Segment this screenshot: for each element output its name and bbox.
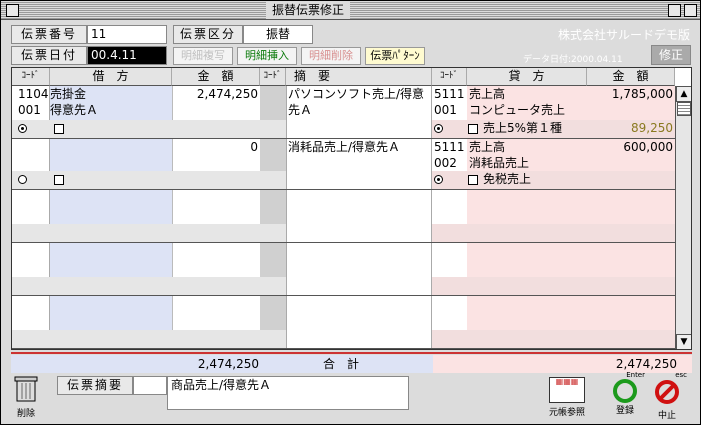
debit-amount-cell[interactable]: 2,474,250 — [174, 86, 260, 103]
trash-icon — [14, 376, 38, 402]
debit-code-header: ｺｰﾄﾞ — [12, 68, 50, 86]
cancel-button[interactable]: esc 中止 — [647, 371, 687, 421]
credit-tax-type-cell[interactable]: 売上5%第１種 — [483, 120, 562, 137]
summary-cell-line1[interactable]: パソコンソフト売上/得意 — [288, 86, 424, 103]
slip-no-field[interactable]: 11 — [87, 25, 167, 44]
debit-amount-header: 金 額 — [172, 68, 260, 86]
trash-label: 削除 — [16, 409, 35, 419]
credit-tax-radio[interactable] — [434, 124, 443, 133]
credit-tax-type-cell[interactable]: 免税売上 — [483, 171, 531, 188]
debit-header: 借 方 — [50, 68, 172, 86]
slip-pattern-button[interactable]: 伝票ﾊﾟﾀｰﾝ — [365, 47, 425, 65]
cancel-label: 中止 — [657, 411, 676, 421]
credit-amount-cell[interactable]: 1,785,000 — [589, 86, 675, 103]
debit-tax-radio[interactable] — [18, 175, 27, 184]
memo-code-field[interactable] — [133, 376, 167, 395]
debit-amount-cell[interactable]: 0 — [174, 139, 260, 156]
summary-cell-line1[interactable]: 消耗品売上/得意先Ａ — [288, 139, 400, 156]
credit-sub-account-cell[interactable]: 消耗品売上 — [469, 155, 529, 172]
copy-line-button[interactable]: 明細複写 — [173, 47, 233, 65]
credit-code-cell[interactable]: 5111 — [434, 86, 465, 103]
date-label: 伝票日付 — [11, 46, 87, 65]
zoom-box-icon[interactable] — [668, 4, 681, 17]
scroll-thumb[interactable] — [677, 102, 691, 116]
debit-tax-radio[interactable] — [18, 124, 27, 133]
summary-code-header: ｺｰﾄﾞ — [260, 68, 286, 86]
summary-cell-line2[interactable]: 先Ａ — [288, 102, 312, 119]
credit-code-cell[interactable]: 5111 — [434, 139, 465, 156]
total-label: 合 計 — [322, 357, 359, 371]
credit-account-cell[interactable]: 売上高 — [469, 86, 505, 103]
slip-type-field[interactable]: 振替 — [243, 25, 313, 44]
insert-line-button[interactable]: 明細挿入 — [237, 47, 297, 65]
debit-sub-code-cell[interactable]: 001 — [18, 102, 41, 119]
slip-type-label: 伝票区分 — [173, 25, 243, 44]
journal-grid: ｺｰﾄﾞ 借 方 金 額 ｺｰﾄﾞ 摘 要 ｺｰﾄﾞ 貸 方 金 額 1104 … — [11, 67, 692, 350]
debit-sub-account-cell[interactable]: 得意先Ａ — [50, 102, 98, 119]
date-field[interactable]: 00.4.11 — [87, 46, 167, 65]
vertical-scrollbar[interactable]: ▲ ▼ — [675, 86, 691, 349]
credit-amount-header: 金 額 — [587, 68, 675, 86]
memo-label: 伝票摘要 — [57, 376, 133, 395]
title-bar[interactable]: 振替伝票修正 — [1, 1, 700, 20]
memo-field[interactable]: 商品売上/得意先Ａ — [167, 376, 409, 410]
esc-key-hint: esc — [675, 371, 687, 379]
credit-tax-checkbox[interactable] — [468, 124, 478, 134]
data-date: データ日付:2000.04.11 — [523, 55, 623, 65]
cancel-icon — [655, 380, 679, 404]
credit-sub-account-cell[interactable]: コンピュータ売上 — [469, 102, 565, 119]
ledger-button[interactable]: ▦▦▦ 元帳参照 — [545, 375, 589, 418]
ok-circle-icon — [613, 379, 637, 403]
debit-code-cell[interactable]: 1104 — [18, 86, 49, 103]
window: 振替伝票修正 伝票番号 11 伝票区分 振替 株式会社サルードデモ版 伝票日付 … — [0, 0, 701, 425]
collapse-box-icon[interactable] — [684, 4, 697, 17]
credit-tax-amount-cell: 89,250 — [631, 121, 673, 135]
debit-total: 2,474,250 — [197, 357, 259, 371]
summary-header: 摘 要 — [286, 68, 432, 86]
credit-tax-checkbox[interactable] — [468, 175, 478, 185]
company-name: 株式会社サルードデモ版 — [557, 28, 690, 42]
ledger-icon: ▦▦▦ — [549, 377, 585, 403]
scroll-up-arrow-icon[interactable]: ▲ — [676, 86, 691, 102]
debit-account-cell[interactable]: 売掛金 — [50, 86, 86, 103]
delete-line-button[interactable]: 明細削除 — [301, 47, 361, 65]
credit-code-header: ｺｰﾄﾞ — [432, 68, 467, 86]
mode-indicator: 修正 — [651, 45, 691, 65]
trash-button[interactable]: 削除 — [9, 375, 43, 419]
enter-key-hint: Enter — [626, 371, 645, 379]
credit-header: 貸 方 — [467, 68, 587, 86]
window-title: 振替伝票修正 — [266, 2, 351, 19]
ledger-label: 元帳参照 — [548, 408, 585, 418]
register-label: 登録 — [615, 406, 634, 416]
credit-account-cell[interactable]: 売上高 — [469, 139, 505, 156]
debit-tax-checkbox[interactable] — [54, 175, 64, 185]
credit-tax-radio[interactable] — [434, 175, 443, 184]
credit-sub-code-cell[interactable]: 002 — [434, 155, 457, 172]
debit-tax-checkbox[interactable] — [54, 124, 64, 134]
credit-sub-code-cell[interactable]: 001 — [434, 102, 457, 119]
close-box-icon[interactable] — [6, 4, 19, 17]
credit-amount-cell[interactable]: 600,000 — [589, 139, 675, 156]
slip-no-label: 伝票番号 — [11, 25, 87, 44]
register-button[interactable]: Enter 登録 — [605, 371, 645, 416]
scroll-down-arrow-icon[interactable]: ▼ — [676, 334, 691, 349]
